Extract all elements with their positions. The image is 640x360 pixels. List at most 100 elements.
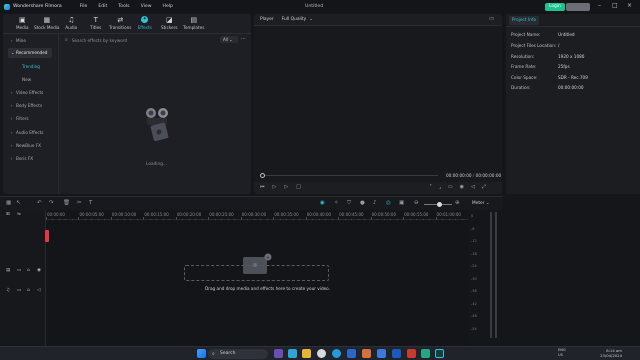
- info-label: Resolution:: [511, 54, 535, 59]
- sidebar-item-recommended[interactable]: ⌄ Recommended: [8, 48, 52, 58]
- menu-tools[interactable]: Tools: [118, 4, 129, 9]
- sidebar-item-mine[interactable]: › Mine: [8, 36, 52, 46]
- sidebar-item-trending[interactable]: Trending: [8, 62, 52, 72]
- zoom-in-icon[interactable]: ⊕: [455, 200, 460, 207]
- menu-help[interactable]: Help: [163, 4, 173, 9]
- tab-project-info[interactable]: Project Info: [509, 16, 539, 25]
- clock[interactable]: 8:14 am 23/04/2024: [590, 348, 622, 358]
- snapshot-icon[interactable]: ▭: [489, 16, 494, 22]
- audio-mix-icon[interactable]: ♪: [373, 200, 377, 207]
- tab-stock-media[interactable]: ▦ Stock Media: [34, 14, 60, 33]
- delete-icon[interactable]: 🗑: [63, 200, 70, 207]
- tab-player[interactable]: Player: [260, 17, 274, 22]
- login-button[interactable]: Login: [545, 2, 565, 11]
- drop-zone[interactable]: [184, 265, 329, 281]
- store-icon[interactable]: [347, 349, 356, 358]
- sidebar-item-body-effects[interactable]: › Body Effects: [8, 101, 52, 111]
- zoom-knob[interactable]: [437, 202, 442, 207]
- menu-file[interactable]: File: [80, 4, 88, 9]
- app-icon[interactable]: [421, 349, 430, 358]
- language-indicator[interactable]: ENG US: [558, 348, 566, 358]
- auto-ripple-icon[interactable]: ◉: [320, 200, 325, 207]
- more-options-icon[interactable]: ⋯: [241, 36, 246, 42]
- display-icon[interactable]: ▭: [448, 184, 453, 190]
- close-icon[interactable]: ×: [627, 3, 632, 9]
- select-tool-icon[interactable]: ↖: [16, 200, 21, 207]
- chrome-icon[interactable]: [317, 349, 326, 358]
- zoom-out-icon[interactable]: ⊖: [414, 200, 419, 207]
- time-ruler[interactable]: 00:00:00 00:00:05:00 00:00:10:00 00:00:15:0…: [46, 210, 468, 220]
- folder-icon[interactable]: ▭: [17, 268, 21, 273]
- sidebar-item-filters[interactable]: › Filters: [8, 114, 52, 124]
- export-button[interactable]: [566, 2, 590, 11]
- tab-titles[interactable]: T Titles: [84, 14, 109, 33]
- layout-icon[interactable]: ▦: [6, 200, 11, 207]
- sidebar-item-new[interactable]: New: [8, 75, 52, 85]
- tab-transitions[interactable]: ⇄ Transitions: [108, 14, 133, 33]
- tab-effects[interactable]: ✦ Effects: [133, 14, 158, 33]
- word-icon[interactable]: [392, 349, 401, 358]
- powerpoint-icon[interactable]: [407, 349, 416, 358]
- edge-icon[interactable]: [332, 349, 341, 358]
- quality-dropdown[interactable]: Full Quality ⌄: [282, 17, 313, 22]
- chevron-down-icon: ⌄: [485, 201, 490, 206]
- taskbar-search[interactable]: ⌕ Search: [208, 349, 268, 359]
- redo-icon[interactable]: ↷: [49, 200, 54, 207]
- shield-icon[interactable]: ⛉: [347, 200, 351, 207]
- split-icon[interactable]: ✂: [77, 200, 82, 207]
- photos-icon[interactable]: [362, 349, 371, 358]
- mark-in-icon[interactable]: ⸢: [430, 184, 432, 190]
- snap-icon[interactable]: ▣: [399, 200, 404, 207]
- stop-icon[interactable]: □: [296, 184, 301, 190]
- text-tool-icon[interactable]: T: [89, 200, 92, 207]
- widgets-icon[interactable]: [288, 349, 297, 358]
- filmora-taskbar-icon[interactable]: [435, 349, 444, 358]
- undo-icon[interactable]: ↶: [37, 200, 42, 207]
- next-frame-icon[interactable]: ▷: [284, 184, 288, 190]
- sidebar-item-video-effects[interactable]: › Video Effects: [8, 88, 52, 98]
- menu-view[interactable]: View: [141, 4, 152, 9]
- info-label: Project Name:: [511, 32, 541, 37]
- task-view-icon[interactable]: [274, 349, 283, 358]
- folder-icon[interactable]: ▭: [17, 288, 21, 293]
- fullscreen-icon[interactable]: ⤢: [482, 184, 486, 190]
- sidebar-item-audio-effects[interactable]: › Audio Effects: [8, 128, 52, 138]
- tab-media[interactable]: ▣ Media: [10, 14, 35, 33]
- effects-search[interactable]: ⌕ Search effects by keyword: [65, 36, 220, 44]
- snapshot-camera-icon[interactable]: ◉: [460, 184, 464, 190]
- add-track-icon[interactable]: ⊞: [6, 212, 10, 217]
- microphone-icon[interactable]: ●: [360, 200, 365, 207]
- mark-out-icon[interactable]: ⸥: [439, 184, 441, 190]
- search-input[interactable]: Search: [220, 351, 235, 356]
- lock-icon[interactable]: ⌂: [27, 268, 30, 273]
- link-icon[interactable]: ⇋: [17, 212, 21, 217]
- previous-frame-icon[interactable]: ⏮: [260, 184, 265, 190]
- preview-render-icon[interactable]: ◎: [386, 200, 391, 207]
- maximize-icon[interactable]: □: [612, 3, 618, 9]
- windows-start-icon[interactable]: [197, 349, 206, 358]
- menu-edit[interactable]: Edit: [98, 4, 107, 9]
- sidebar-item-boris-fx[interactable]: › Boris FX: [8, 154, 52, 164]
- lock-icon[interactable]: ⌂: [27, 288, 30, 293]
- playhead[interactable]: [45, 230, 49, 242]
- filter-dropdown[interactable]: All ⌄: [220, 36, 238, 43]
- play-icon[interactable]: ▷: [273, 184, 277, 190]
- sidebar-item-newblue-fx[interactable]: › NewBlue FX: [8, 141, 52, 151]
- playback-slider[interactable]: [262, 175, 438, 176]
- eye-icon[interactable]: ◉: [37, 268, 41, 273]
- ruler-tick: [104, 218, 106, 220]
- file-explorer-icon[interactable]: [302, 349, 311, 358]
- tab-audio[interactable]: ♫ Audio: [59, 14, 84, 33]
- speaker-icon[interactable]: ◁: [37, 288, 40, 293]
- volume-icon[interactable]: ◁: [471, 184, 475, 190]
- title-bar: Wondershare Filmora File Edit Tools View…: [0, 0, 640, 13]
- empty-panel: [506, 196, 640, 347]
- tab-stickers[interactable]: ◪ Stickers: [157, 14, 182, 33]
- playback-knob[interactable]: [260, 173, 265, 178]
- minimize-icon[interactable]: –: [598, 3, 601, 9]
- search-input[interactable]: Search effects by keyword: [72, 38, 127, 43]
- marker-icon[interactable]: ✧: [334, 200, 339, 207]
- mail-icon[interactable]: [377, 349, 386, 358]
- meter-dropdown[interactable]: Meter ⌄: [472, 200, 494, 208]
- tab-templates[interactable]: ▤ Templates: [182, 14, 207, 33]
